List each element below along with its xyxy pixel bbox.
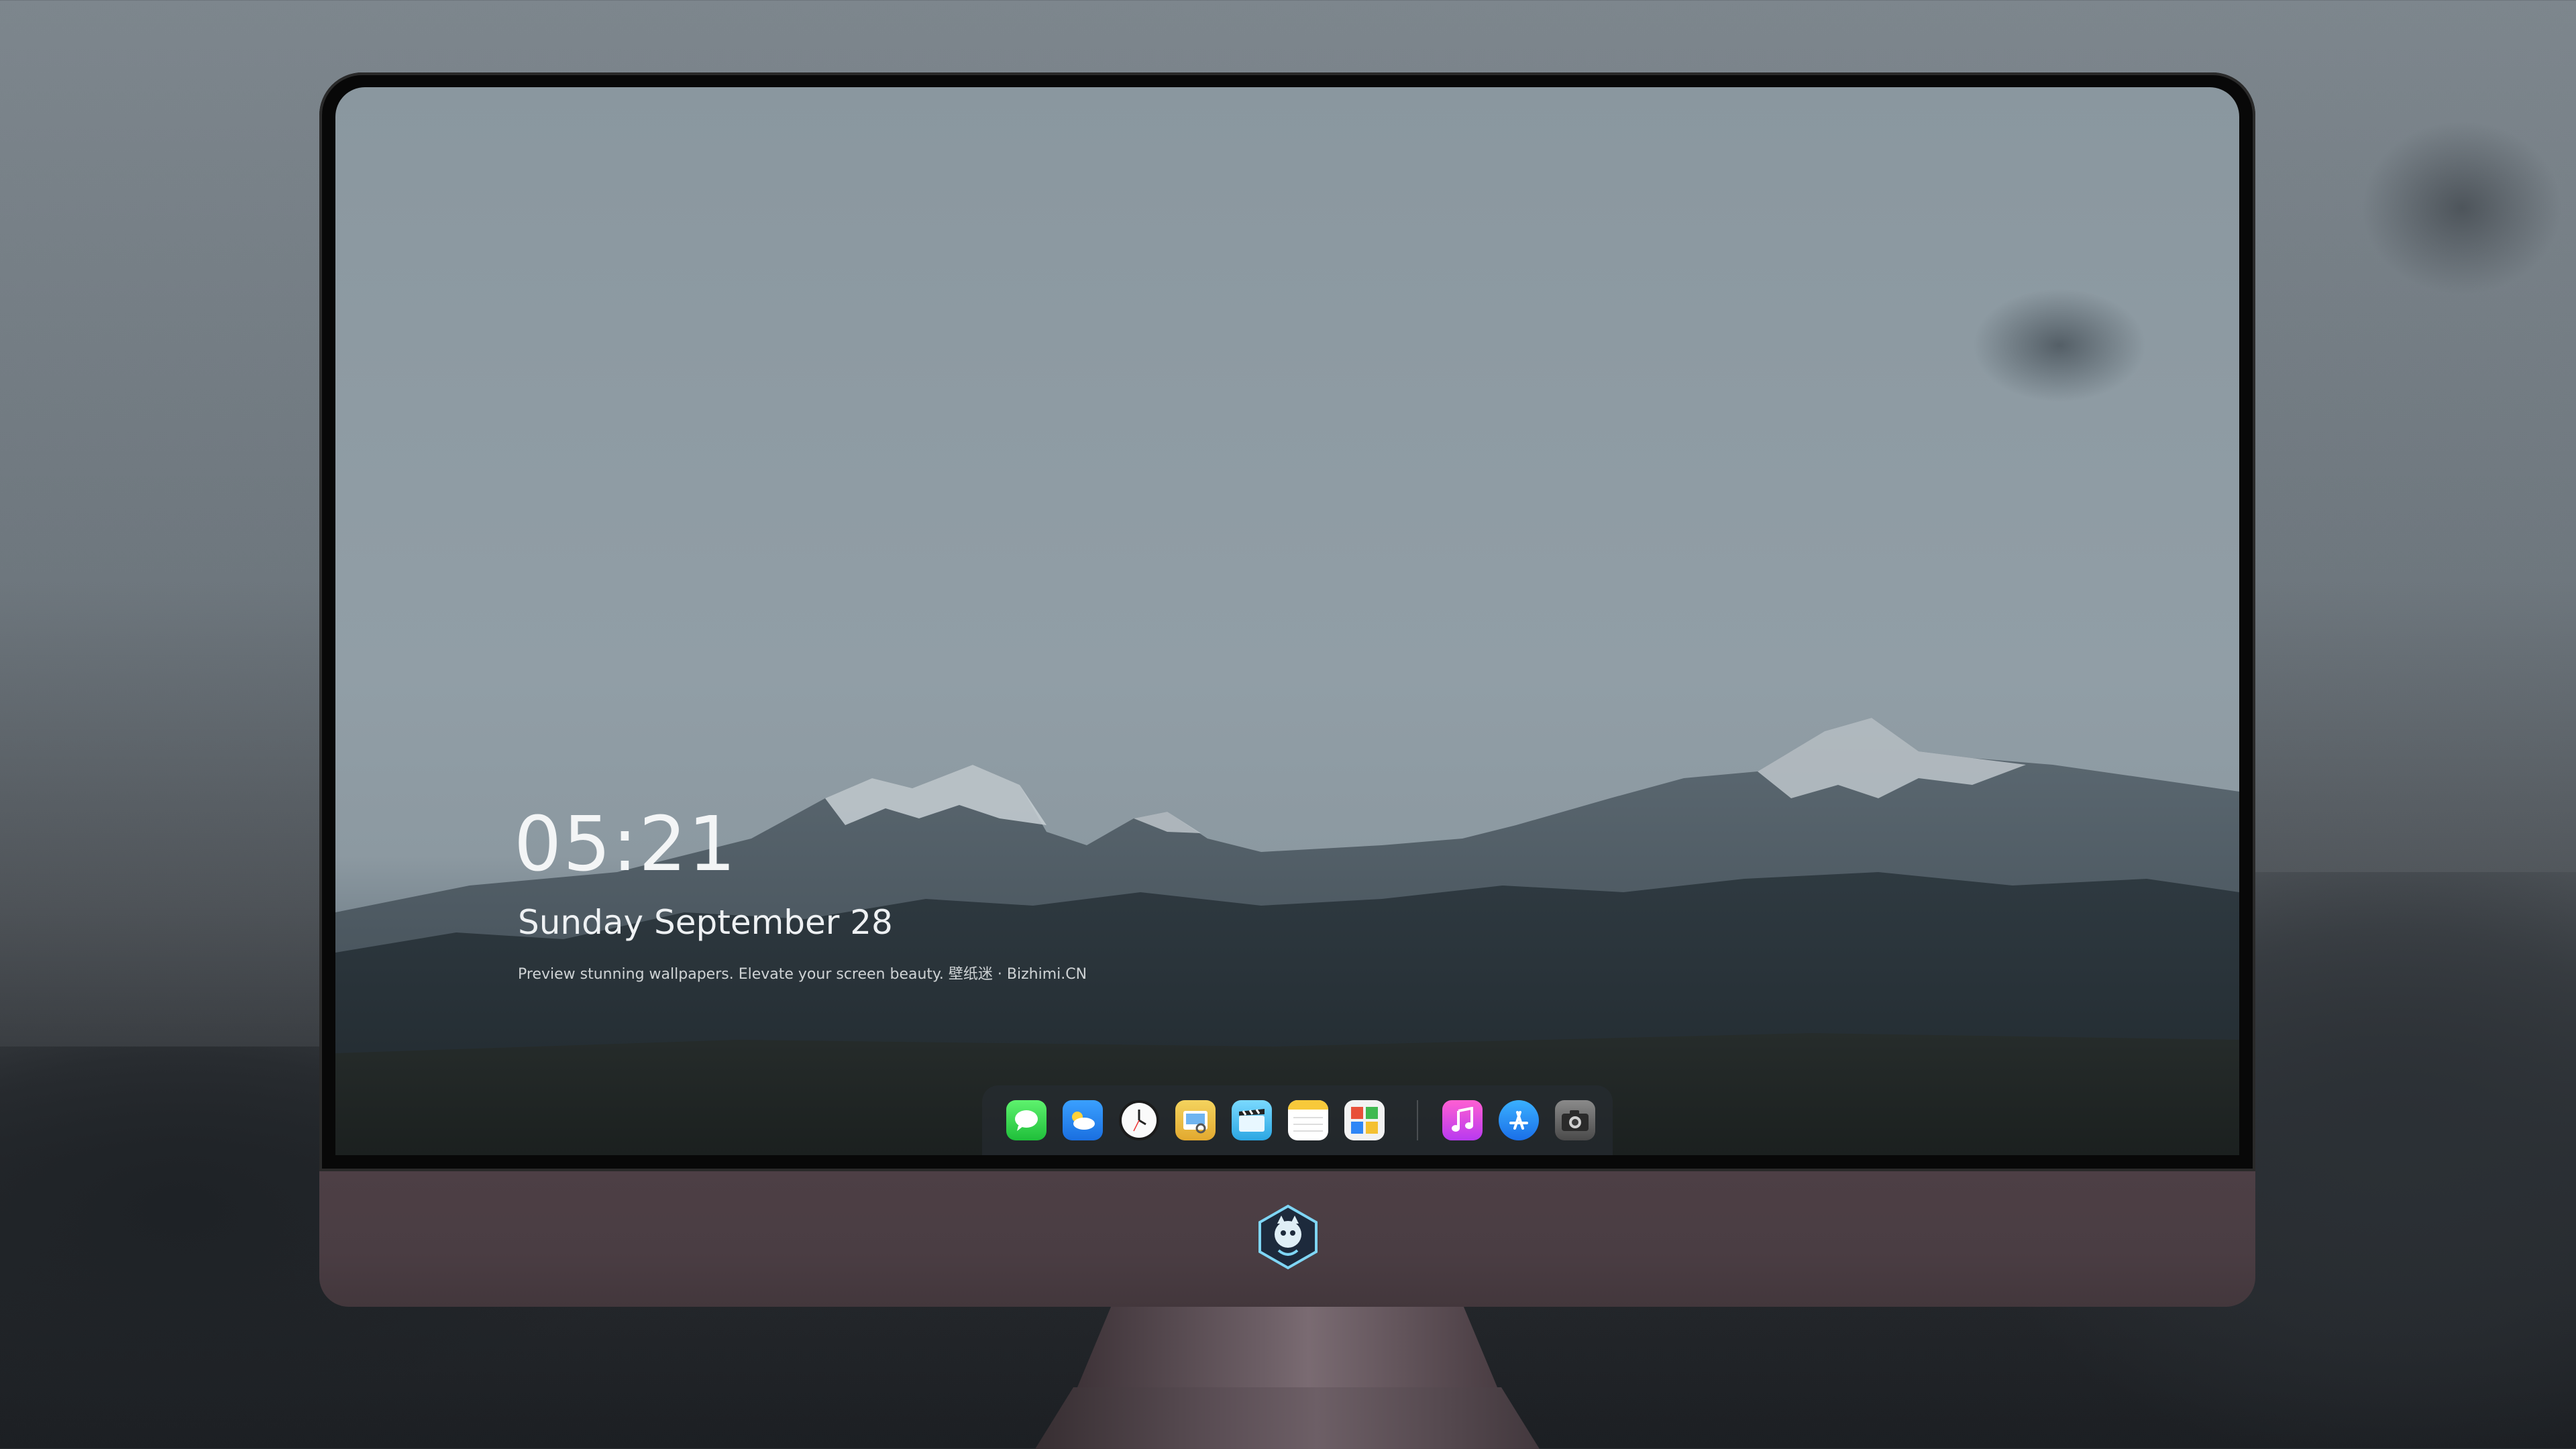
monitor-stand-base (990, 1387, 1585, 1449)
preview-icon[interactable] (1175, 1100, 1216, 1140)
weather-icon[interactable] (1063, 1100, 1103, 1140)
notes-icon[interactable] (1288, 1100, 1328, 1140)
lock-clock: 05:21 (514, 801, 737, 888)
backdrop-cloud (2361, 121, 2563, 295)
clips-icon[interactable] (1232, 1100, 1272, 1140)
messages-icon[interactable] (1006, 1100, 1046, 1140)
dock (982, 1085, 1613, 1155)
monitor-bezel: 05:21 Sunday September 28 Preview stunni… (319, 72, 2255, 1171)
mountain-wallpaper (335, 718, 2239, 1155)
photo-booth-icon[interactable] (1344, 1100, 1385, 1140)
dock-separator (1417, 1100, 1418, 1140)
wallpaper-tagline: Preview stunning wallpapers. Elevate you… (518, 966, 1087, 983)
monitor-stand-neck (1077, 1307, 1497, 1387)
app-store-icon[interactable] (1499, 1100, 1539, 1140)
lock-screen[interactable]: 05:21 Sunday September 28 Preview stunni… (335, 87, 2239, 1155)
lock-date: Sunday September 28 (518, 903, 893, 942)
monitor-chin (319, 1171, 2255, 1307)
music-icon[interactable] (1442, 1100, 1483, 1140)
clock-icon[interactable] (1119, 1100, 1159, 1140)
monitor: 05:21 Sunday September 28 Preview stunni… (319, 72, 2255, 1449)
brand-logo-icon (1254, 1203, 1322, 1271)
camera-icon[interactable] (1555, 1100, 1595, 1140)
